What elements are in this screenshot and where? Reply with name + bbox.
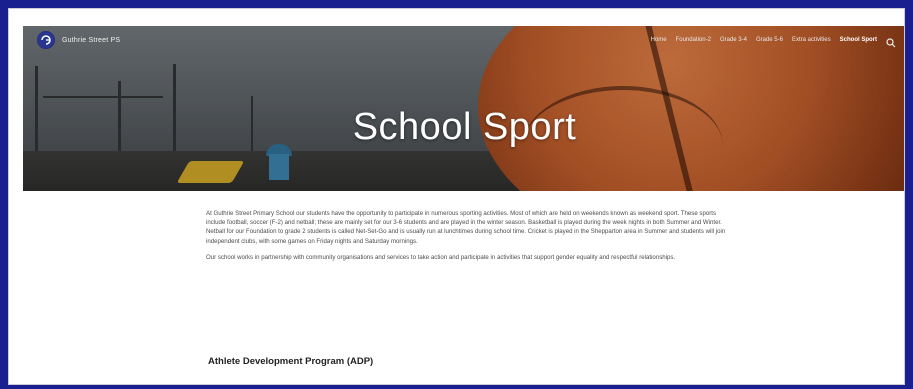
section-heading-adp: Athlete Development Program (ADP) — [208, 356, 374, 367]
nav-item-foundation-2[interactable]: Foundation-2 — [676, 37, 711, 43]
search-icon[interactable] — [886, 35, 896, 48]
hero-banner: Guthrie Street PS Home Foundation-2 Grad… — [23, 26, 904, 191]
nav-item-grade-5-6[interactable]: Grade 5-6 — [756, 37, 783, 43]
nav-menu: Home Foundation-2 Grade 3-4 Grade 5-6 Ex… — [651, 35, 896, 48]
top-navigation: Guthrie Street PS Home Foundation-2 Grad… — [23, 26, 904, 54]
school-logo-icon — [37, 31, 55, 49]
site-name: Guthrie Street PS — [62, 36, 121, 44]
nav-item-grade-3-4[interactable]: Grade 3-4 — [720, 37, 747, 43]
content-paragraph: At Guthrie Street Primary School our stu… — [206, 210, 726, 245]
page-title: School Sport — [352, 106, 577, 148]
browser-viewport: Guthrie Street PS Home Foundation-2 Grad… — [8, 8, 905, 385]
site-brand[interactable]: Guthrie Street PS — [37, 31, 120, 49]
nav-item-home[interactable]: Home — [651, 37, 667, 43]
content-paragraph: Our school works in partnership with com… — [206, 253, 676, 261]
nav-item-extra-activities[interactable]: Extra activities — [792, 37, 831, 43]
nav-item-school-sport[interactable]: School Sport — [840, 37, 877, 43]
main-content: At Guthrie Street Primary School our stu… — [206, 209, 730, 269]
